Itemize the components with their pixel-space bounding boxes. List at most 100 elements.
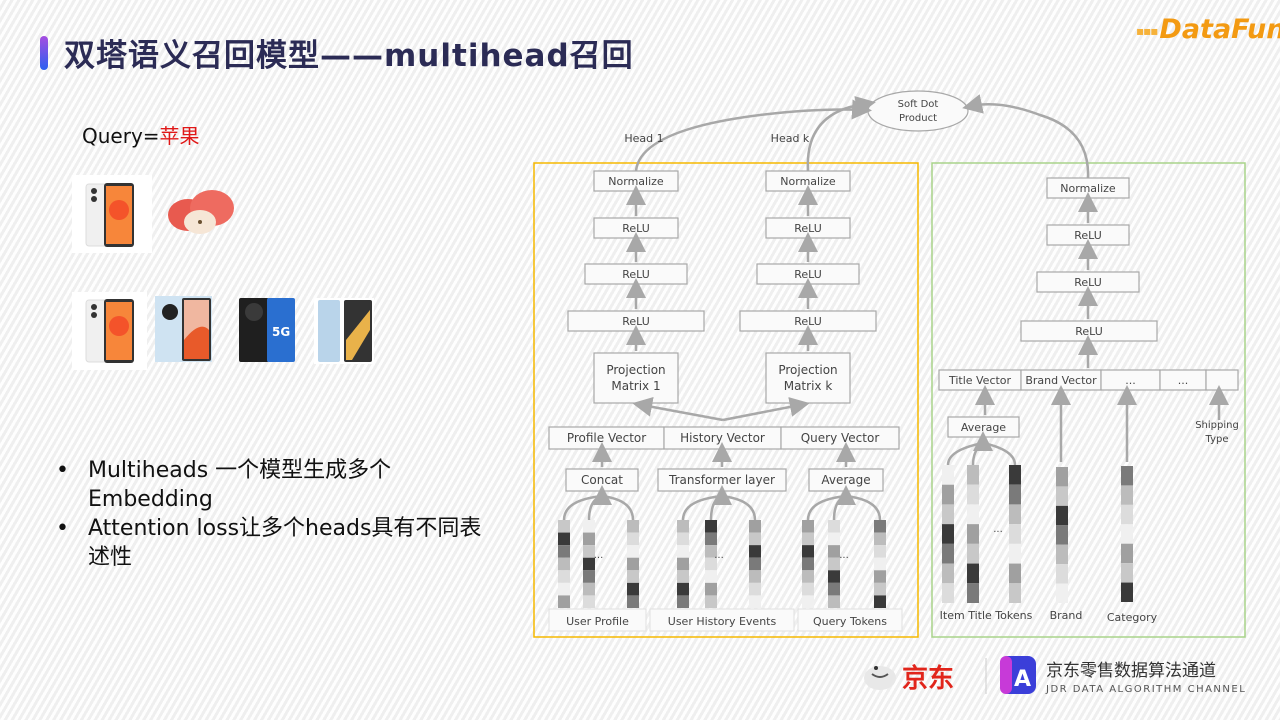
item-token-column	[942, 465, 954, 485]
token-column	[828, 532, 840, 546]
token-column	[749, 532, 761, 546]
category-column	[1121, 466, 1133, 486]
ellipsis: ...	[993, 524, 1003, 535]
token-column	[802, 570, 814, 583]
token-column	[705, 520, 717, 533]
token-column	[874, 557, 886, 571]
item-token-column	[967, 563, 979, 584]
brand-column	[1056, 486, 1068, 506]
category-column	[1121, 485, 1133, 505]
relu-box-label: ReLU	[622, 222, 650, 235]
item-relu-box-label: ReLU	[1075, 325, 1103, 338]
merge-curve	[845, 494, 882, 521]
projection-matrix-box-label: Matrix k	[784, 379, 833, 393]
token-column	[705, 595, 717, 608]
item-token-column	[967, 524, 979, 544]
token-column	[627, 595, 639, 608]
item-token-column	[1009, 583, 1021, 603]
normalize-box-label: Normalize	[780, 175, 836, 188]
category-column	[1121, 563, 1133, 583]
relu-box-label: ReLU	[794, 315, 822, 328]
item-token-column	[967, 465, 979, 485]
item-token-column	[1009, 504, 1021, 525]
category-column	[1121, 582, 1133, 602]
svg-text:A: A	[1014, 667, 1031, 692]
token-column	[749, 545, 761, 558]
channel-subtitle: JDR DATA ALGORITHM CHANNEL	[1045, 684, 1246, 695]
token-column	[583, 570, 595, 583]
ellipsis: ...	[839, 550, 849, 561]
concat-vector-cell-label: Query Vector	[801, 431, 880, 445]
channel-title: 京东零售数据算法通道	[1046, 661, 1216, 681]
token-column	[583, 582, 595, 596]
token-column	[874, 532, 886, 546]
token-column	[802, 545, 814, 558]
merge-curve	[709, 494, 723, 521]
item-input-label: Shipping	[1195, 420, 1239, 431]
merge-curve	[601, 494, 635, 521]
footer-logos: 京东 A 京东零售数据算法通道 JDR DATA ALGORITHM CHANN…	[850, 652, 1250, 700]
token-column	[627, 545, 639, 558]
projection-matrix-box-label: Matrix 1	[611, 379, 660, 393]
item-token-column	[967, 484, 979, 505]
token-column	[627, 532, 639, 546]
merge-curve	[982, 441, 1017, 466]
merge-curve	[721, 494, 757, 521]
token-column	[705, 532, 717, 546]
item-relu-box-label: ReLU	[1074, 276, 1102, 289]
token-column	[627, 557, 639, 571]
token-column	[558, 595, 570, 608]
token-column	[558, 570, 570, 583]
token-column	[749, 582, 761, 596]
merge-curve	[971, 441, 984, 466]
brand-column	[1056, 583, 1068, 603]
token-column	[627, 520, 639, 533]
token-column	[677, 582, 689, 596]
item-token-column	[967, 504, 979, 525]
token-column	[677, 532, 689, 546]
item-token-column	[942, 504, 954, 525]
token-column	[583, 532, 595, 546]
aggregator-box-label: Average	[821, 473, 870, 487]
head-k-label: Head k	[771, 132, 810, 145]
item-token-column	[942, 484, 954, 505]
item-token-column	[1009, 484, 1021, 505]
item-token-column	[967, 543, 979, 564]
token-column	[874, 520, 886, 533]
item-relu-box-label: ReLU	[1074, 229, 1102, 242]
item-token-column	[1009, 524, 1021, 544]
token-column	[828, 545, 840, 558]
soft-dot-product-node	[867, 90, 969, 132]
aggregator-box-label: Transformer layer	[668, 473, 775, 487]
item-token-column	[942, 563, 954, 584]
item-vector-cell-label: Title Vector	[948, 374, 1012, 387]
arrow	[632, 396, 724, 422]
token-column	[874, 582, 886, 596]
token-column	[828, 557, 840, 571]
token-column	[749, 595, 761, 608]
token-column	[749, 557, 761, 571]
jd-mascot-icon	[864, 666, 896, 690]
token-column	[677, 570, 689, 583]
category-column	[1121, 543, 1133, 564]
brand-column	[1056, 564, 1068, 584]
brand-column	[1056, 467, 1068, 487]
token-column	[627, 570, 639, 583]
token-column	[558, 545, 570, 558]
token-column	[828, 520, 840, 533]
arrow	[722, 397, 810, 422]
two-tower-diagram: Soft Dot Product Head 1 Head k Normalize ReLU…	[533, 90, 1246, 638]
input-label: User Profile	[566, 615, 629, 628]
token-column	[749, 520, 761, 533]
item-input-label: Type	[1205, 434, 1229, 445]
normalize-box-label: Normalize	[608, 175, 664, 188]
token-column	[802, 532, 814, 546]
item-token-column	[1009, 465, 1021, 485]
category-column	[1121, 504, 1133, 525]
item-input-label: Item Title Tokens	[940, 609, 1033, 622]
brand-column	[1056, 505, 1068, 526]
item-token-column	[942, 583, 954, 603]
item-token-column	[1009, 563, 1021, 584]
aggregator-box-label: Concat	[581, 473, 623, 487]
token-column	[749, 570, 761, 583]
